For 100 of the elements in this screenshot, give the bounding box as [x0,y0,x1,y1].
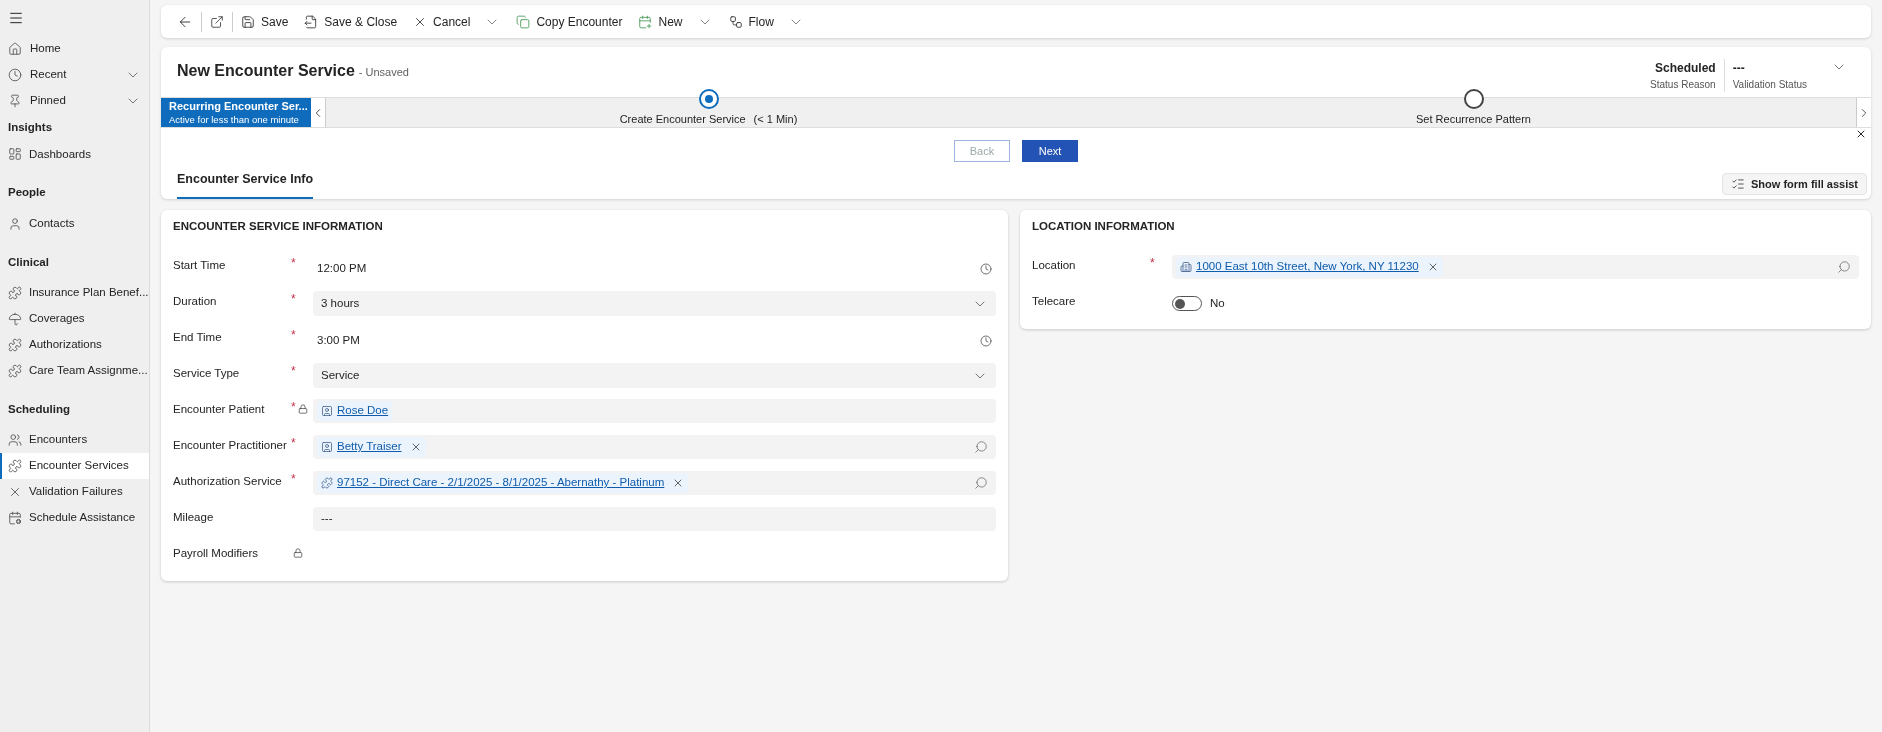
calendar-icon [8,511,22,525]
field-label: Duration [173,294,218,309]
nav-group-heading: Insights [7,120,54,135]
close-icon [8,485,22,499]
section-heading: LOCATION INFORMATION [1032,218,1176,234]
lookup-tag[interactable]: Betty Traiser [317,437,426,457]
toolbar-button[interactable]: Save & Close [296,5,406,38]
person-icon [8,216,22,231]
time-field[interactable]: 3:00 PM [313,327,996,354]
checklist-icon [1731,176,1746,191]
required-asterisk: * [291,257,296,269]
puzzle-icon [8,363,22,378]
lookup-field[interactable]: 97152 - Direct Care - 2/1/2025 - 8/1/2025 - Abernathy - Platinum [313,471,996,495]
field-label: Telecare [1032,294,1077,309]
nav-item[interactable]: Coverages [0,305,149,332]
lookup-link[interactable]: Rose Doe [337,402,389,420]
lookup-field[interactable]: Betty Traiser [313,435,996,459]
lookup-field[interactable]: 1000 East 10th Street, New York, NY 11230 [1172,255,1859,279]
field-label: Encounter Practitioner [173,438,288,453]
nav-item[interactable]: Insurance Plan Benef... [0,279,149,306]
field-label: End Time [173,330,223,345]
toolbar-button[interactable]: New [630,5,721,38]
lookup-link[interactable]: 1000 East 10th Street, New York, NY 11230 [1196,258,1419,276]
nav-item[interactable]: Validation Failures [0,479,149,505]
time-field[interactable]: 12:00 PM [313,255,996,282]
nav-item[interactable]: Authorizations [0,331,149,358]
toggle-switch[interactable] [1172,296,1202,312]
field-label: Authorization Service [173,474,283,489]
nav-item[interactable]: Pinned [0,88,149,114]
nav-item[interactable]: Care Team Assignme... [0,357,149,384]
nav-item[interactable]: Home [0,36,149,62]
dropdown-field[interactable]: 3 hours [313,291,996,316]
lookup-link[interactable]: 97152 - Direct Care - 2/1/2025 - 8/1/2025 - Abernathy - Platinum [337,474,665,492]
header-field-label: Status Reason [1650,78,1716,92]
section-heading: ENCOUNTER SERVICE INFORMATION [173,218,384,234]
field-label: Payroll Modifiers [173,546,259,561]
field-label: Location [1032,258,1077,273]
stage-nav-button[interactable]: Next [1022,140,1078,162]
required-asterisk: * [291,329,296,341]
toggle-value: No [1210,296,1225,311]
record-title: New Encounter Service [177,61,355,81]
search-icon[interactable] [1837,260,1851,274]
header-field-value: Scheduled [1655,60,1716,77]
required-asterisk: * [291,473,296,485]
search-icon[interactable] [974,476,988,490]
save-icon [241,14,255,29]
process-flag[interactable]: Recurring Encounter Ser... Active for less than one minute [161,98,311,127]
required-asterisk: * [291,293,296,305]
form-tab[interactable]: Encounter Service Info [177,170,314,199]
form-fill-assist-button[interactable]: Show form fill assist [1722,172,1867,195]
required-asterisk: * [291,401,296,413]
lookup-tag[interactable]: Rose Doe [317,401,393,421]
external-link-icon [210,14,224,29]
field-label: Mileage [173,510,215,525]
clock-icon [8,68,22,82]
text-field[interactable]: --- [313,507,996,531]
building-icon [1180,261,1192,273]
required-asterisk: * [1150,257,1155,269]
field-label: Start Time [173,258,227,273]
home-icon [8,42,22,56]
clock-icon [980,262,992,275]
toolbar-button[interactable]: Cancel [405,5,509,38]
nav-group-heading: Clinical [7,254,50,270]
search-icon[interactable] [974,440,988,454]
calendar-plus-icon [638,14,653,29]
close-icon [1855,128,1867,140]
pin-icon [8,94,22,108]
puzzle-icon [321,477,333,489]
field-label: Encounter Patient [173,402,266,417]
lookup-field[interactable]: Rose Doe [313,399,996,423]
dropdown-field[interactable]: Service [313,363,996,388]
nav-item[interactable]: Encounters [0,427,149,453]
nav-item[interactable]: Dashboards [0,141,149,168]
nav-item[interactable]: Recent [0,62,149,88]
document-icon [304,14,319,29]
process-duration: Active for less than one minute [169,112,300,126]
nav-group-heading: Scheduling [7,401,71,417]
nav-item[interactable]: Contacts [0,210,149,237]
toolbar-button[interactable]: Save [233,5,297,38]
toolbar-button[interactable]: Copy Encounter [508,5,631,38]
contact-card-icon [321,441,333,453]
header-field-value: --- [1732,60,1746,77]
close-button[interactable] [1855,128,1867,140]
puzzle-icon [8,337,22,352]
required-asterisk: * [291,365,296,377]
nav-item[interactable]: Schedule Assistance [0,505,149,531]
menu-icon [8,10,24,26]
copy-icon [516,14,531,29]
nav-item[interactable]: Encounter Services [0,453,149,479]
required-asterisk: * [291,437,296,449]
puzzle-icon [8,285,22,300]
lookup-tag[interactable]: 97152 - Direct Care - 2/1/2025 - 8/1/2025 - Abernathy - Platinum [317,473,689,493]
stage-label[interactable]: Set Recurrence Pattern [1416,112,1531,126]
toolbar-button[interactable]: Flow [720,5,812,38]
people-icon [8,433,22,447]
contact-card-icon [321,405,333,417]
lookup-link[interactable]: Betty Traiser [337,438,402,456]
clock-icon [980,334,992,347]
stage-label[interactable]: Create Encounter Service (< 1 Min) [619,112,798,126]
lookup-tag[interactable]: 1000 East 10th Street, New York, NY 11230 [1176,257,1443,277]
